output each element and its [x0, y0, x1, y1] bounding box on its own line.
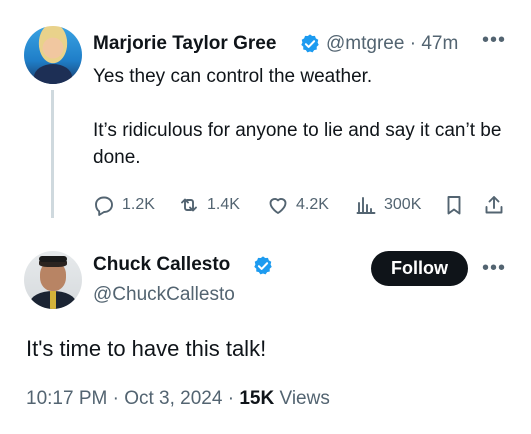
like-count: 4.2K — [296, 196, 329, 213]
post-time[interactable]: 47m — [421, 33, 458, 54]
repost-count: 1.4K — [207, 196, 240, 213]
more-icon[interactable]: ••• — [482, 257, 506, 280]
display-name[interactable]: Marjorie Taylor Gree — [93, 33, 276, 55]
more-icon[interactable]: ••• — [482, 29, 506, 52]
handle[interactable]: @mtgree — [326, 33, 404, 54]
verified-badge-icon — [254, 256, 272, 275]
tweet-meta: @mtgree · 47m — [326, 33, 458, 55]
display-name[interactable]: Chuck Callesto — [93, 254, 230, 276]
separator: · — [409, 33, 417, 54]
thread-line — [51, 90, 54, 218]
tweet-footer: 10:17 PM · Oct 3, 2024 · 15K Views — [26, 388, 330, 410]
views-icon — [356, 197, 376, 214]
bookmark-icon — [447, 196, 461, 215]
bookmark-button[interactable] — [442, 193, 466, 217]
follow-button[interactable]: Follow — [371, 251, 468, 286]
avatar[interactable] — [24, 251, 82, 309]
like-icon — [269, 198, 287, 214]
repost-button[interactable]: 1.4K — [177, 193, 240, 217]
views-count: 15K — [239, 388, 275, 409]
reply-count: 1.2K — [122, 196, 155, 213]
views-count: 300K — [384, 196, 422, 213]
like-button[interactable]: 4.2K — [266, 193, 329, 217]
tweet-text: It's time to have this talk! — [26, 336, 267, 361]
repost-icon — [181, 198, 197, 212]
verified-badge-icon — [301, 34, 319, 53]
views-button[interactable]: 300K — [354, 193, 421, 217]
timestamp[interactable]: 10:17 PM · Oct 3, 2024 — [26, 388, 222, 409]
share-icon — [485, 196, 503, 214]
share-button[interactable] — [482, 193, 506, 217]
reply-icon — [95, 196, 113, 216]
reply-button[interactable]: 1.2K — [92, 193, 155, 217]
avatar[interactable] — [24, 26, 82, 84]
views-label: Views — [279, 388, 330, 409]
tweet-text: Yes they can control the weather. It’s r… — [93, 66, 502, 168]
handle[interactable]: @ChuckCallesto — [93, 284, 235, 306]
separator: · — [227, 388, 235, 409]
